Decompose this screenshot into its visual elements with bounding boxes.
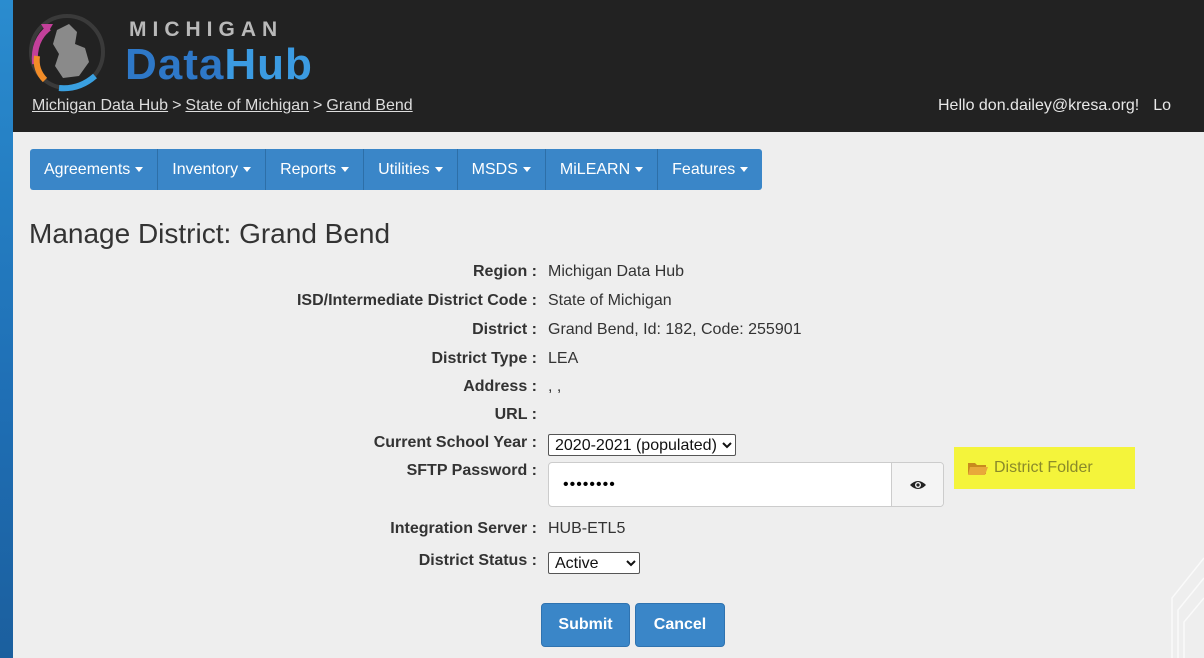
submit-button[interactable]: Submit [541,603,630,647]
logo-data-text: Data [125,40,225,89]
nav-utilities-label: Utilities [378,161,430,178]
eye-icon [909,480,926,489]
caret-down-icon [341,167,350,173]
status-label: District Status : [418,552,537,569]
page-title: Manage District: Grand Bend [29,218,391,249]
url-label: URL : [494,406,537,423]
logo-michigan-text: MICHIGAN [129,18,284,41]
caret-down-icon [434,167,443,173]
status-row: District Status : Active [13,552,1204,576]
nav-agreements[interactable]: Agreements [30,149,159,190]
school-year-field: 2020-2021 (populated) [548,434,736,456]
cancel-button[interactable]: Cancel [635,603,725,647]
logo-datahub-text: DataHub [125,40,313,90]
nav-inventory-label: Inventory [172,161,239,178]
district-folder-label: District Folder [994,459,1093,476]
district-type-row: District Type : LEA [13,350,1204,374]
caret-down-icon [740,167,749,173]
sftp-label: SFTP Password : [406,462,537,479]
address-value: , , [548,378,562,395]
breadcrumb-grand-bend[interactable]: Grand Bend [326,97,412,114]
nav-features[interactable]: Features [658,149,762,190]
address-label: Address : [463,378,537,395]
header: MICHIGAN DataHub Michigan Data Hub > State… [13,0,1204,132]
michigan-datahub-logo[interactable]: MICHIGAN DataHub [19,10,312,92]
folder-icon [968,462,988,475]
breadcrumb: Michigan Data Hub > State of Michigan > Gran… [32,97,413,115]
user-greeting: Hello don.dailey@kresa.org! Lo [938,97,1171,115]
caret-down-icon [243,167,252,173]
breadcrumb-separator: > [313,97,323,114]
nav-reports[interactable]: Reports [266,149,365,190]
school-year-label: Current School Year : [373,434,537,451]
status-select[interactable]: Active [548,552,640,574]
district-label: District : [472,321,537,338]
sftp-password-group [548,462,944,507]
nav-inventory[interactable]: Inventory [158,149,267,190]
isd-label: ISD/Intermediate District Code : [296,292,537,309]
logo-mark-icon [29,14,105,92]
district-row: District : Grand Bend, Id: 182, Code: 25… [13,321,1204,345]
district-type-label: District Type : [431,350,538,367]
integration-server-value: HUB-ETL5 [548,520,626,537]
nav-msds-label: MSDS [471,161,518,178]
nav-features-label: Features [672,161,736,178]
url-row: URL : [13,406,1204,430]
integration-server-label: Integration Server : [390,520,537,537]
greeting-text: Hello don.dailey@kresa.org! [938,97,1140,114]
caret-down-icon [135,167,144,173]
region-label: Region : [473,263,537,280]
nav-utilities[interactable]: Utilities [364,149,458,190]
breadcrumb-state-of-michigan[interactable]: State of Michigan [185,97,309,114]
school-year-select[interactable]: 2020-2021 (populated) [548,434,736,456]
breadcrumb-separator: > [172,97,182,114]
region-value: Michigan Data Hub [548,263,685,280]
breadcrumb-michigan-data-hub[interactable]: Michigan Data Hub [32,97,168,114]
district-value: Grand Bend, Id: 182, Code: 255901 [548,321,802,338]
caret-down-icon [635,167,644,173]
logout-link[interactable]: Lo [1153,97,1171,114]
district-folder-link[interactable]: District Folder [954,447,1135,489]
app-window: MICHIGAN DataHub Michigan Data Hub > State… [13,0,1204,658]
nav-msds[interactable]: MSDS [458,149,546,190]
integration-server-row: Integration Server : HUB-ETL5 [13,520,1204,544]
status-field: Active [548,552,640,574]
isd-row: ISD/Intermediate District Code : State o… [13,292,1204,316]
nav-milearn-label: MiLEARN [559,161,631,178]
decorative-corner-lines [1171,557,1204,658]
address-row: Address : , , [13,378,1204,402]
nav-reports-label: Reports [280,161,337,178]
nav-milearn[interactable]: MiLEARN [546,149,659,190]
caret-down-icon [522,167,531,173]
logo-hub-text: Hub [224,40,313,89]
isd-value: State of Michigan [548,292,672,309]
show-password-button[interactable] [891,463,943,506]
nav-agreements-label: Agreements [44,161,131,178]
sftp-password-input[interactable] [549,463,891,506]
main-navbar: Agreements Inventory Reports Utilities M… [30,149,763,190]
district-type-value: LEA [548,350,579,367]
region-row: Region : Michigan Data Hub [13,263,1204,287]
